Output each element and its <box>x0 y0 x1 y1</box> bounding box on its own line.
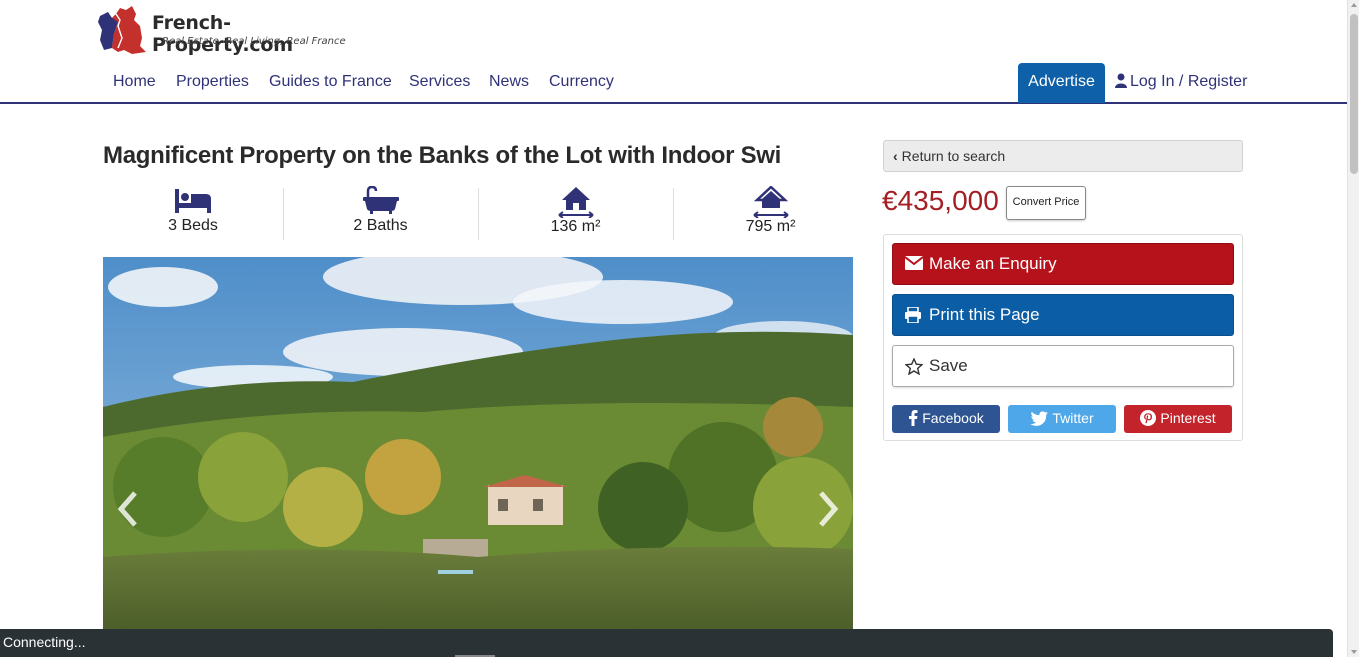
listing-features: 3 Beds 2 Baths 136 m² 795 m² <box>103 186 853 242</box>
france-map-icon <box>98 6 146 54</box>
feature-land-area-label: 795 m² <box>745 218 796 235</box>
share-twitter-label: Twitter <box>1052 410 1094 426</box>
browser-status-bar: Connecting... <box>0 629 1333 657</box>
feature-house-area: 136 m² <box>483 186 668 242</box>
return-to-search-button[interactable]: ‹ Return to search <box>883 140 1243 172</box>
feature-beds-label: 3 Beds <box>168 217 218 234</box>
feature-house-area-label: 136 m² <box>550 218 601 235</box>
scroll-up-arrow-icon[interactable] <box>1351 3 1357 7</box>
bath-icon <box>362 186 399 214</box>
chevron-left-icon: ‹ <box>893 148 898 164</box>
envelope-icon <box>905 256 923 270</box>
main-nav: Home Properties Guides to France Service… <box>0 62 1347 104</box>
nav-item-currency[interactable]: Currency <box>549 73 614 91</box>
feature-baths: 2 Baths <box>288 186 473 242</box>
house-area-icon <box>557 187 594 218</box>
property-photo-gallery[interactable] <box>103 257 853 629</box>
site-logo[interactable]: French-Property.com Real Estate, Real Li… <box>96 4 356 56</box>
twitter-icon <box>1030 411 1049 426</box>
logo-tagline: Real Estate, Real Living, Real France <box>162 36 346 47</box>
share-pinterest-button[interactable]: Pinterest <box>1124 405 1232 433</box>
feature-divider <box>283 188 284 240</box>
page-scrollbar[interactable] <box>1347 0 1359 657</box>
return-to-search-label: Return to search <box>901 148 1006 164</box>
land-area-icon <box>752 186 789 218</box>
feature-beds: 3 Beds <box>103 186 283 242</box>
save-label: Save <box>929 356 968 375</box>
listing-title: Magnificent Property on the Banks of the… <box>103 142 782 169</box>
feature-divider <box>673 188 674 240</box>
make-enquiry-button[interactable]: Make an Enquiry <box>892 243 1234 285</box>
feature-divider <box>478 188 479 240</box>
pinterest-icon <box>1140 410 1157 426</box>
share-twitter-button[interactable]: Twitter <box>1008 405 1116 433</box>
property-photo <box>103 257 853 629</box>
feature-baths-label: 2 Baths <box>353 217 408 234</box>
logo-name: French-Property.com <box>152 12 293 56</box>
scrollbar-thumb[interactable] <box>1350 14 1358 174</box>
print-page-label: Print this Page <box>929 305 1040 324</box>
share-facebook-label: Facebook <box>922 410 984 426</box>
print-page-button[interactable]: Print this Page <box>892 294 1234 336</box>
facebook-icon <box>909 410 918 426</box>
user-icon <box>1115 73 1127 88</box>
make-enquiry-label: Make an Enquiry <box>929 254 1057 273</box>
chevron-right-icon[interactable] <box>813 489 843 529</box>
scroll-down-arrow-icon[interactable] <box>1351 650 1357 654</box>
share-facebook-button[interactable]: Facebook <box>892 405 1000 433</box>
nav-login-link[interactable]: Log In / Register <box>1115 73 1247 91</box>
nav-item-news[interactable]: News <box>489 73 529 91</box>
chevron-left-icon[interactable] <box>113 489 143 529</box>
nav-item-services[interactable]: Services <box>409 73 470 91</box>
convert-price-button[interactable]: Convert Price <box>1006 186 1086 220</box>
print-icon <box>905 307 921 323</box>
feature-land-area: 795 m² <box>678 186 863 242</box>
nav-item-home[interactable]: Home <box>113 73 156 91</box>
nav-login-label: Log In / Register <box>1130 73 1248 90</box>
action-panel: Make an Enquiry Print this Page Save Fac… <box>883 234 1243 441</box>
bed-icon <box>175 189 211 213</box>
status-text: Connecting... <box>3 634 86 650</box>
nav-item-guides[interactable]: Guides to France <box>269 73 392 91</box>
save-button[interactable]: Save <box>892 345 1234 387</box>
nav-advertise-button[interactable]: Advertise <box>1018 63 1105 103</box>
star-icon <box>905 358 923 375</box>
share-pinterest-label: Pinterest <box>1160 410 1216 426</box>
nav-item-properties[interactable]: Properties <box>176 73 249 91</box>
listing-price: €435,000 <box>882 185 999 216</box>
